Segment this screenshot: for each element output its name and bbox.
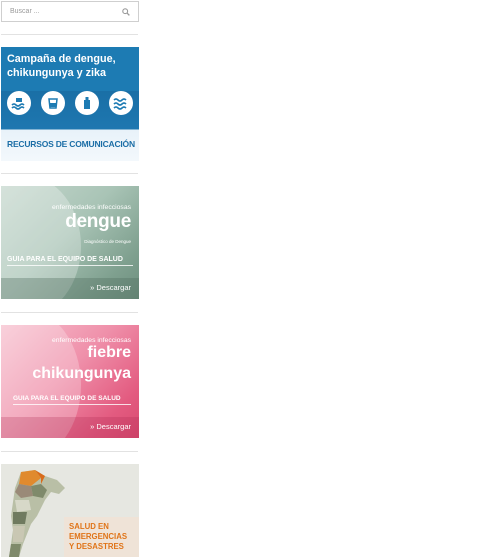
banner-title: Campaña de dengue, chikungunya y zika xyxy=(7,53,116,79)
banner-disease-name: dengue xyxy=(65,211,131,232)
banner-chikungunya-guide[interactable]: enfermedades infecciosas fiebre chikungu… xyxy=(1,325,139,438)
icon-row xyxy=(7,91,133,119)
download-link[interactable]: » Descargar xyxy=(90,283,131,292)
divider xyxy=(1,34,138,35)
bucket-icon xyxy=(41,91,65,115)
banner-disease-name-line2: chikungunya xyxy=(32,365,131,382)
emergencias-line2: EMERGENCIAS xyxy=(69,532,128,541)
banner-campana-dengue[interactable]: Campaña de dengue, chikungunya y zika RE… xyxy=(1,47,139,161)
divider xyxy=(1,451,138,452)
water-icon xyxy=(109,91,133,115)
search-input[interactable] xyxy=(2,2,118,21)
emergencias-label: SALUD EN EMERGENCIAS Y DESASTRES xyxy=(64,517,139,557)
wave-icon xyxy=(7,91,31,115)
banner-category: enfermedades infecciosas xyxy=(52,204,131,211)
banner-emergencias[interactable]: SALUD EN EMERGENCIAS Y DESASTRES xyxy=(1,464,139,557)
download-link[interactable]: » Descargar xyxy=(90,422,131,431)
banner-guide-label: GUIA PARA EL EQUIPO DE SALUD xyxy=(13,395,131,405)
emergencias-line3: Y DESASTRES xyxy=(69,542,124,551)
banner-guide-label: GUIA PARA EL EQUIPO DE SALUD xyxy=(7,256,133,266)
divider xyxy=(1,173,138,174)
banner-dengue-guide[interactable]: enfermedades infecciosas dengue Diagnóst… xyxy=(1,186,139,299)
bottle-icon xyxy=(75,91,99,115)
emergencias-line1: SALUD EN xyxy=(69,522,109,531)
argentina-map-icon xyxy=(9,470,65,557)
divider xyxy=(1,312,138,313)
search-button[interactable] xyxy=(114,2,138,21)
banner-disease-name-line1: fiebre xyxy=(87,344,131,361)
search-box xyxy=(1,1,139,22)
banner-subtitle: Diagnóstico de Dengue xyxy=(84,239,131,244)
banner-footer: RECURSOS DE COMUNICACIÓN xyxy=(7,139,135,149)
banner-category: enfermedades infecciosas xyxy=(52,337,131,344)
search-icon xyxy=(122,7,130,16)
